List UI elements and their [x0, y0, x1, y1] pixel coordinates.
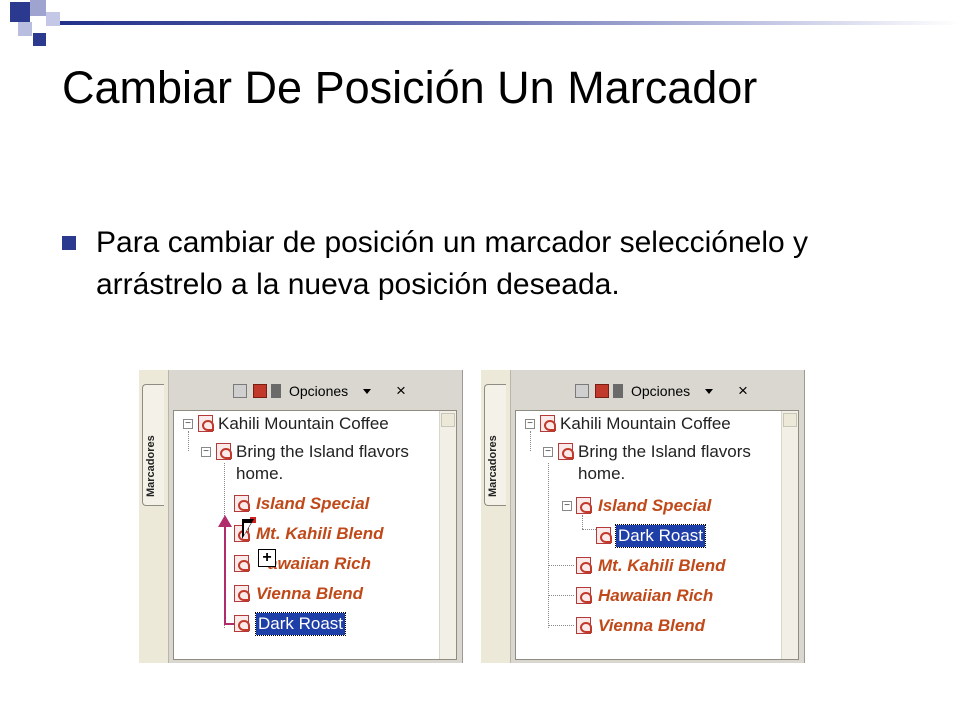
- tree-line: [582, 529, 596, 530]
- tab-marcadores[interactable]: Marcadores: [142, 384, 164, 506]
- collapse-icon[interactable]: −: [543, 447, 553, 457]
- chevron-down-icon[interactable]: [363, 389, 371, 394]
- decor-square: [33, 33, 46, 46]
- drag-arrow: [224, 525, 226, 623]
- decor-square: [10, 2, 30, 22]
- tree-node[interactable]: Mt. Kahili Blend: [598, 555, 726, 577]
- tab-label: Marcadores: [145, 435, 157, 497]
- trash-icon[interactable]: [575, 384, 589, 398]
- tree-line: [530, 431, 531, 451]
- tree-node[interactable]: Mt. Kahili Blend: [256, 523, 384, 545]
- pdf-bookmark-icon: [576, 587, 592, 604]
- tree-node[interactable]: Island Special: [598, 495, 711, 517]
- pdf-bookmark-icon: [576, 497, 592, 514]
- bullet-text: Para cambiar de posición un marcador sel…: [96, 226, 809, 301]
- add-drop-icon: +: [258, 549, 276, 567]
- tree-node-selected[interactable]: Dark Roast: [614, 524, 707, 548]
- tree-node-root[interactable]: Kahili Mountain Coffee: [218, 413, 389, 435]
- bullet-item: Para cambiar de posición un marcador sel…: [62, 222, 882, 306]
- scrollbar[interactable]: [781, 411, 798, 659]
- pdf-bookmark-icon: [198, 415, 214, 432]
- tree-node-child[interactable]: Bring the Island flavors: [236, 441, 409, 463]
- pdf-bookmark-icon: [234, 495, 250, 512]
- bookmarks-panel-before: Marcadores Opciones × − Kahili Mountain …: [139, 370, 463, 663]
- tree-node-child-cont: home.: [236, 464, 284, 483]
- sidebar-strip: Marcadores: [481, 370, 511, 663]
- tab-label: Marcadores: [487, 435, 499, 497]
- scroll-up-button[interactable]: [441, 413, 455, 427]
- header-rule: [60, 21, 960, 25]
- tree-line: [548, 595, 574, 596]
- collapse-icon[interactable]: −: [201, 447, 211, 457]
- options-menu-button[interactable]: Opciones: [631, 383, 690, 399]
- tree-node-selected[interactable]: Dark Roast: [254, 612, 347, 636]
- pdf-bookmark-icon: [576, 617, 592, 634]
- tree-node[interactable]: Island Special: [256, 493, 369, 515]
- pdf-bookmark-icon: [596, 527, 612, 544]
- tab-marcadores[interactable]: Marcadores: [484, 384, 506, 506]
- options-menu-button[interactable]: Opciones: [289, 383, 348, 399]
- bookmark-tree: − Kahili Mountain Coffee − Bring the Isl…: [173, 410, 457, 660]
- move-bookmark-icon[interactable]: [271, 384, 281, 398]
- slide-title: Cambiar De Posición Un Marcador: [62, 62, 758, 113]
- bullet-square-icon: [62, 236, 76, 250]
- trash-icon[interactable]: [233, 384, 247, 398]
- tree-line: [548, 463, 549, 628]
- tree-node[interactable]: Vienna Blend: [256, 583, 363, 605]
- tree-line: [582, 515, 583, 529]
- pdf-bookmark-icon: [234, 615, 250, 632]
- pdf-bookmark-icon: [216, 443, 232, 460]
- tree-node[interactable]: awaiian Rich: [268, 553, 371, 575]
- close-icon[interactable]: ×: [396, 381, 406, 401]
- pdf-bookmark-icon: [558, 443, 574, 460]
- decor-square: [18, 22, 32, 36]
- collapse-icon[interactable]: −: [183, 419, 193, 429]
- move-bookmark-icon[interactable]: [613, 384, 623, 398]
- scroll-up-button[interactable]: [783, 413, 797, 427]
- tree-node-root[interactable]: Kahili Mountain Coffee: [560, 413, 731, 435]
- bookmarks-toolbar: Opciones ×: [171, 378, 456, 404]
- chevron-down-icon[interactable]: [705, 389, 713, 394]
- tree-node[interactable]: Hawaiian Rich: [598, 585, 713, 607]
- decor-square: [30, 0, 46, 16]
- pdf-bookmark-icon: [540, 415, 556, 432]
- tree-line: [548, 625, 574, 626]
- close-icon[interactable]: ×: [738, 381, 748, 401]
- bookmarks-toolbar: Opciones ×: [513, 378, 798, 404]
- tree-line: [188, 431, 189, 451]
- mouse-cursor-fill: [244, 523, 251, 535]
- collapse-icon[interactable]: −: [525, 419, 535, 429]
- pdf-bookmark-icon: [576, 557, 592, 574]
- collapse-icon[interactable]: −: [562, 501, 572, 511]
- drag-arrow-tail: [224, 623, 234, 625]
- bookmark-tree: − Kahili Mountain Coffee − Bring the Isl…: [515, 410, 799, 660]
- new-bookmark-icon[interactable]: [253, 384, 267, 398]
- tree-node[interactable]: Vienna Blend: [598, 615, 705, 637]
- sidebar-strip: Marcadores: [139, 370, 169, 663]
- bookmarks-panel-after: Marcadores Opciones × − Kahili Mountain …: [481, 370, 805, 663]
- tree-node-child[interactable]: Bring the Island flavors: [578, 441, 751, 463]
- tree-node-child-cont: home.: [578, 464, 626, 483]
- scrollbar[interactable]: [439, 411, 456, 659]
- decor-square: [46, 12, 60, 26]
- pdf-bookmark-icon: [234, 555, 250, 572]
- new-bookmark-icon[interactable]: [595, 384, 609, 398]
- tree-line: [548, 565, 574, 566]
- pdf-bookmark-icon: [234, 585, 250, 602]
